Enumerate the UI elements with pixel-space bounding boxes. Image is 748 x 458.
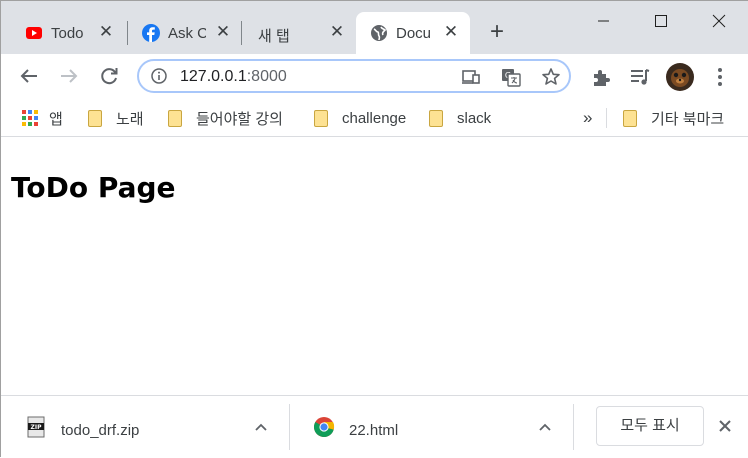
svg-text:ZIP: ZIP — [31, 424, 43, 431]
tab-title: 새 탭 — [258, 28, 290, 45]
maximize-icon[interactable] — [649, 9, 673, 33]
bookmark-apps[interactable]: 앱 — [21, 100, 63, 136]
more-menu-icon[interactable] — [709, 66, 731, 88]
url-host: 127.0.0.1 — [180, 68, 247, 85]
close-window-icon[interactable] — [707, 9, 731, 33]
folder-icon — [168, 109, 182, 127]
globe-icon — [371, 25, 387, 41]
bookmark-label: 들어야할 강의 — [196, 110, 283, 128]
download-shelf: ZIP todo_drf.zip 22.html 모두 표시 — [1, 395, 748, 458]
bookmark-label: 기타 북마크 — [651, 110, 725, 128]
avatar[interactable] — [666, 63, 694, 91]
new-tab-button[interactable]: + — [485, 20, 509, 45]
tab-youtube[interactable]: Todo ✕ — [11, 12, 127, 54]
tab-close-button[interactable]: ✕ — [214, 23, 232, 41]
apps-grid-icon — [22, 110, 38, 126]
folder-icon — [623, 109, 637, 127]
bookmarks-separator — [606, 108, 607, 128]
url-text[interactable]: 127.0.0.1:8000 — [180, 68, 287, 86]
download-item[interactable]: ZIP todo_drf.zip — [1, 396, 289, 458]
download-filename: 22.html — [349, 422, 399, 439]
tab-close-button[interactable]: ✕ — [97, 23, 115, 41]
browser-toolbar: 127.0.0.1:8000 G — [1, 54, 748, 100]
download-filename: todo_drf.zip — [61, 422, 140, 439]
cast-device-icon[interactable] — [461, 67, 481, 87]
bookmarks-bar: 앱 노래 들어야할 강의 challenge slack » 기타 북마크 — [1, 100, 748, 137]
site-info-icon[interactable] — [151, 68, 167, 84]
url-port: :8000 — [246, 68, 287, 85]
tab-close-button[interactable]: ✕ — [442, 23, 460, 41]
bookmark-label: slack — [457, 109, 492, 127]
bookmark-folder[interactable]: 노래 — [88, 100, 144, 136]
youtube-icon — [26, 27, 42, 39]
minimize-icon[interactable] — [591, 9, 615, 33]
bookmark-folder[interactable]: challenge — [314, 100, 406, 136]
media-control-icon[interactable] — [629, 66, 651, 88]
bookmark-label: 앱 — [49, 110, 63, 128]
tab-facebook[interactable]: Ask C ✕ — [128, 12, 242, 54]
chevron-up-icon[interactable] — [536, 418, 554, 436]
tab-strip: Todo ✕ Ask C ✕ 새 탭 ✕ Docu ✕ + — [1, 1, 748, 54]
close-icon[interactable] — [715, 416, 735, 436]
page-content: ToDo Page — [1, 137, 748, 395]
tab-document-active[interactable]: Docu ✕ — [356, 12, 470, 54]
tab-new-tab[interactable]: 새 탭 ✕ — [242, 12, 354, 54]
bookmarks-overflow-button[interactable]: » — [583, 100, 592, 136]
page-title: ToDo Page — [11, 171, 176, 204]
back-icon[interactable] — [17, 64, 41, 88]
translate-icon[interactable]: G — [501, 67, 521, 87]
extensions-icon[interactable] — [590, 66, 612, 88]
folder-icon — [88, 109, 102, 127]
address-bar[interactable]: 127.0.0.1:8000 G — [137, 59, 571, 93]
download-item[interactable]: 22.html — [289, 396, 573, 458]
tab-title: Todo — [51, 25, 84, 42]
download-separator — [573, 404, 574, 450]
folder-icon — [429, 109, 443, 127]
bookmark-folder[interactable]: 들어야할 강의 — [168, 100, 283, 136]
tab-title: Ask C — [168, 25, 206, 42]
bookmark-label: challenge — [342, 109, 407, 127]
bookmark-star-icon[interactable] — [541, 67, 561, 87]
bookmark-folder[interactable]: slack — [429, 100, 491, 136]
chrome-icon — [314, 417, 335, 438]
tab-title: Docu — [396, 25, 432, 42]
zip-file-icon: ZIP — [27, 416, 45, 438]
folder-icon — [314, 109, 328, 127]
show-all-downloads-button[interactable]: 모두 표시 — [596, 406, 704, 446]
forward-icon[interactable] — [57, 64, 81, 88]
bookmark-label: 노래 — [116, 110, 144, 128]
bookmark-other[interactable]: 기타 북마크 — [623, 100, 724, 136]
reload-icon[interactable] — [97, 64, 121, 88]
facebook-icon — [142, 24, 160, 42]
chevron-up-icon[interactable] — [252, 418, 270, 436]
tab-close-button[interactable]: ✕ — [328, 23, 346, 41]
